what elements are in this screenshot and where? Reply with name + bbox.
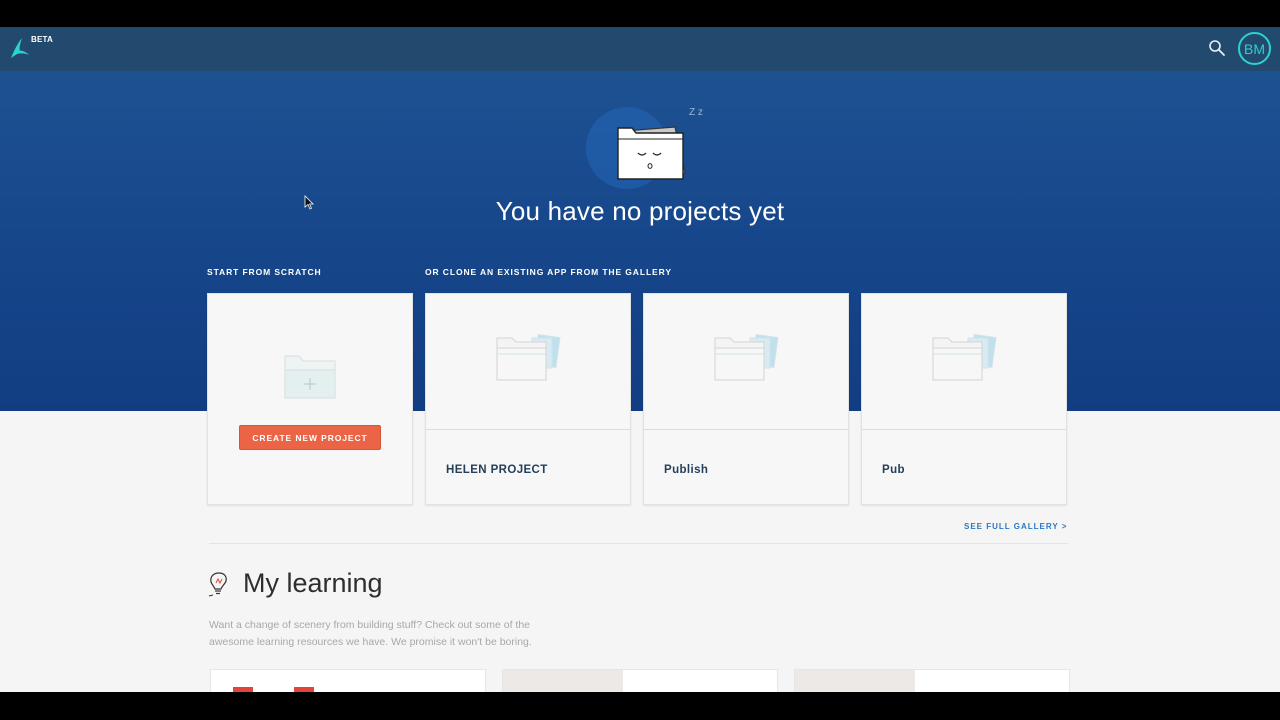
section-divider xyxy=(209,543,1068,544)
scratch-section-label: START FROM SCRATCH xyxy=(207,267,322,277)
gallery-section-label: OR CLONE AN EXISTING APP FROM THE GALLER… xyxy=(425,267,672,277)
gallery-folder-icon xyxy=(496,334,561,381)
gallery-thumbnail xyxy=(426,294,630,430)
gallery-card-title: Pub xyxy=(882,464,905,476)
gallery-folder-icon xyxy=(714,334,779,381)
my-learning-title: My learning xyxy=(243,568,383,598)
new-folder-icon xyxy=(284,355,336,399)
mouse-pointer-icon xyxy=(304,195,314,210)
create-new-project-button[interactable]: CREATE NEW PROJECT xyxy=(239,425,381,450)
gallery-thumbnail xyxy=(862,294,1066,430)
sleeping-folder-illustration-icon: Z z xyxy=(586,107,703,189)
gallery-folder-icon xyxy=(932,334,997,381)
gallery-card-pub[interactable]: Pub xyxy=(861,293,1067,505)
learning-resource-card[interactable] xyxy=(210,669,486,692)
user-avatar[interactable]: BM xyxy=(1238,32,1271,65)
gallery-card-helen-project[interactable]: HELEN PROJECT xyxy=(425,293,631,505)
learning-card-image xyxy=(795,670,915,692)
start-from-scratch-card: CREATE NEW PROJECT xyxy=(207,293,413,505)
lightbulb-icon xyxy=(208,572,227,597)
gallery-card-publish[interactable]: Publish xyxy=(643,293,849,505)
zz-text: Z z xyxy=(689,107,703,118)
my-learning-description: Want a change of scenery from building s… xyxy=(209,619,532,648)
learning-card-graphic xyxy=(294,687,314,692)
learning-card-graphic xyxy=(233,687,253,692)
gallery-card-title: Publish xyxy=(664,464,709,476)
gallery-thumbnail xyxy=(644,294,848,430)
learning-card-image xyxy=(211,670,331,692)
hero-title: You have no projects yet xyxy=(495,196,785,226)
app-logo-icon[interactable] xyxy=(8,36,30,60)
search-icon[interactable] xyxy=(1208,39,1226,57)
learning-resource-card[interactable] xyxy=(502,669,778,692)
gallery-card-title: HELEN PROJECT xyxy=(446,464,548,476)
top-navbar: BETA BM xyxy=(0,27,1280,71)
app-viewport: BETA BM Z z You have no projects yet STA… xyxy=(0,27,1280,692)
beta-badge: BETA xyxy=(31,35,53,44)
see-full-gallery-link[interactable]: SEE FULL GALLERY > xyxy=(964,522,1067,531)
learning-resource-card[interactable] xyxy=(794,669,1070,692)
learning-card-image xyxy=(503,670,623,692)
